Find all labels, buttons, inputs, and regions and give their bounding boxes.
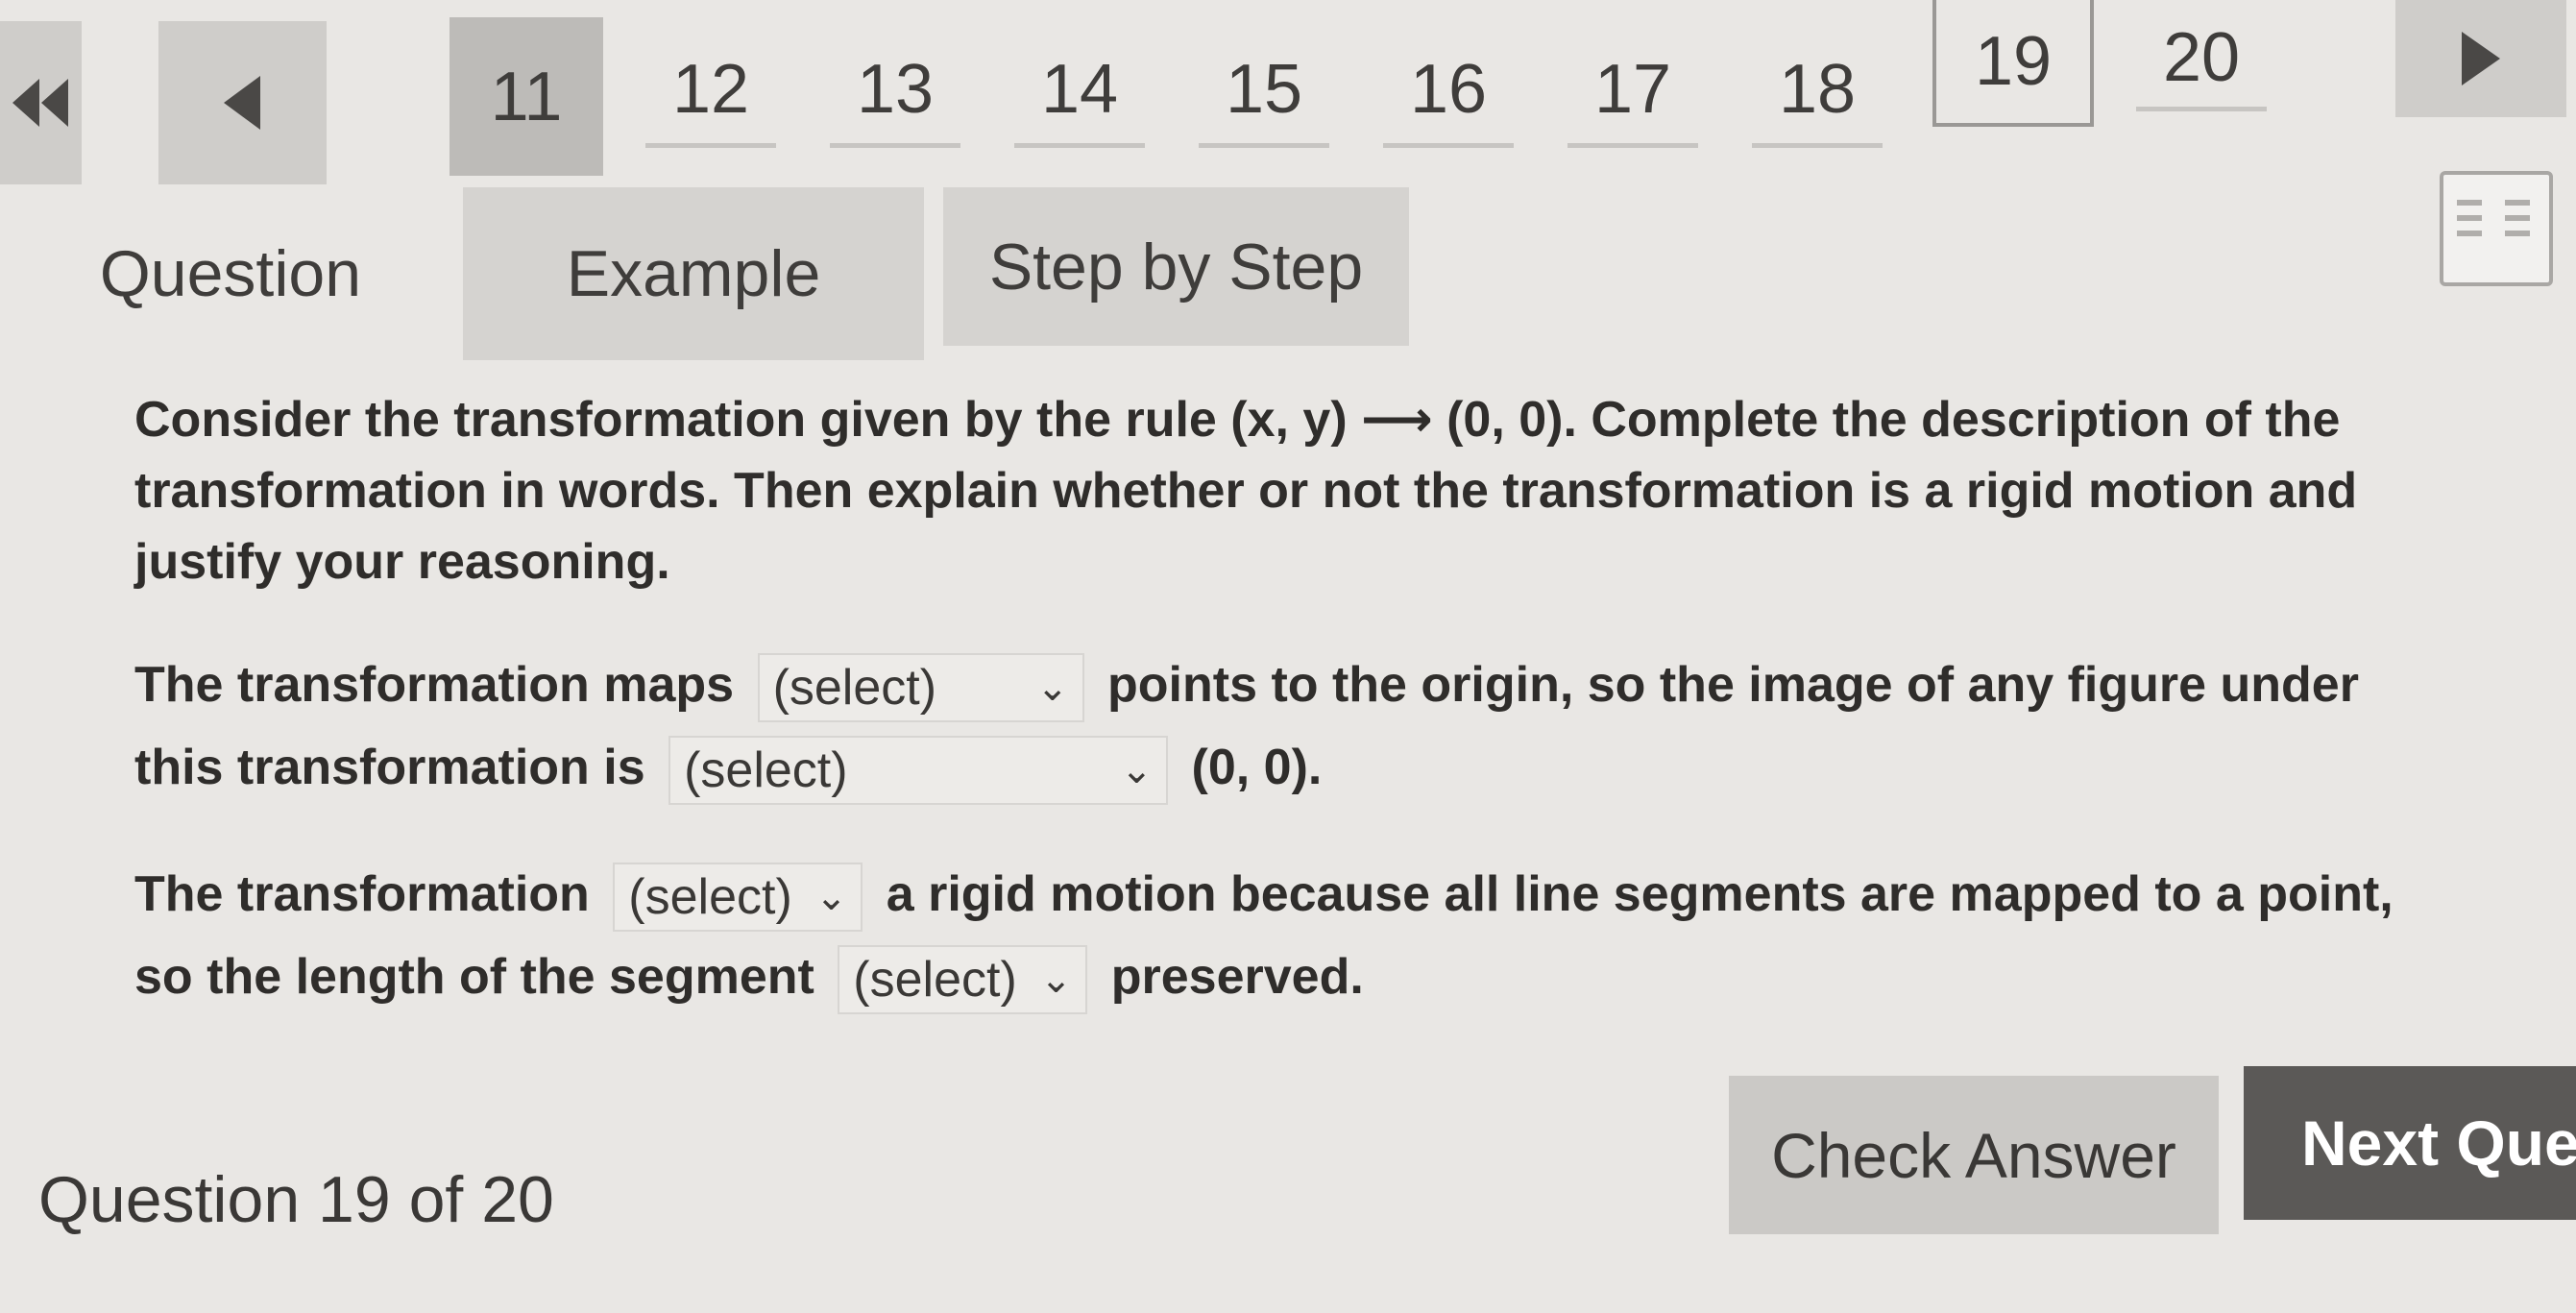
question-navigation: 11 12 13 14 15 16 17 18 19 20 [0,0,2576,192]
select-dropdown-rigid[interactable]: (select) ⌄ [613,863,863,933]
tab-example[interactable]: Example [463,187,924,360]
question-content: Consider the transformation given by the… [134,384,2459,1018]
select-dropdown-preserved[interactable]: (select) ⌄ [838,945,1088,1015]
chevron-down-icon: ⌄ [814,876,848,919]
chevron-down-icon: ⌄ [1039,959,1073,1002]
double-left-arrow-icon [12,79,68,127]
next-question-button[interactable]: Next Que [2244,1066,2576,1220]
left-arrow-icon [223,76,260,130]
chevron-down-icon: ⌄ [1120,749,1154,792]
select-dropdown-points[interactable]: (select) ⌄ [757,653,1084,723]
previous-question-button[interactable] [158,21,327,184]
question-number-17[interactable]: 17 [1556,27,1710,152]
question-prompt: Consider the transformation given by the… [134,392,2358,590]
question-number-16[interactable]: 16 [1372,27,1525,152]
question-number-15[interactable]: 15 [1187,27,1341,152]
first-question-button[interactable] [0,21,82,184]
question-number-14[interactable]: 14 [1003,27,1156,152]
tab-step-by-step[interactable]: Step by Step [943,187,1409,346]
question-progress: Question 19 of 20 [38,1163,554,1236]
tab-bar: Question Example Step by Step [0,187,1441,370]
question-number-13[interactable]: 13 [818,27,972,152]
tab-question[interactable]: Question [38,187,423,360]
chevron-down-icon: ⌄ [1036,667,1069,710]
right-arrow-icon [2462,32,2500,85]
check-answer-button[interactable]: Check Answer [1729,1076,2219,1234]
select-dropdown-image[interactable]: (select) ⌄ [668,736,1169,806]
reference-book-icon[interactable] [2440,171,2553,286]
question-number-18[interactable]: 18 [1740,27,1894,152]
question-number-20[interactable]: 20 [2125,0,2278,115]
question-number-19[interactable]: 19 [1932,0,2094,127]
question-number-11[interactable]: 11 [450,17,603,176]
fill-in-sentence-1: The transformation maps (select) ⌄ point… [134,644,2459,809]
question-number-12[interactable]: 12 [634,27,788,152]
next-question-arrow-button[interactable] [2395,0,2566,117]
fill-in-sentence-2: The transformation (select) ⌄ a rigid mo… [134,853,2459,1018]
